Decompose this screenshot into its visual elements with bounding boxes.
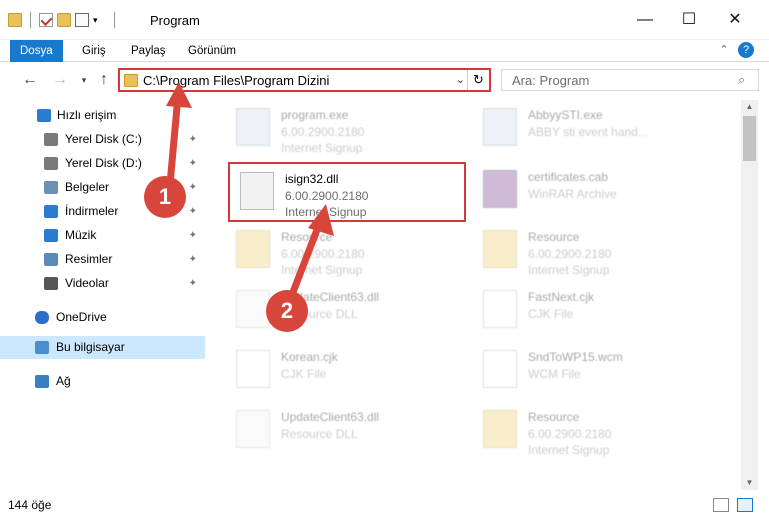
arrow-2	[286, 220, 324, 302]
callout-1: 1	[144, 176, 186, 218]
arrow-1-head	[166, 82, 192, 108]
annotation-arrows	[166, 82, 334, 302]
arrow-1	[166, 95, 182, 185]
callout-2: 2	[266, 290, 308, 332]
arrow-2-head	[308, 204, 334, 236]
